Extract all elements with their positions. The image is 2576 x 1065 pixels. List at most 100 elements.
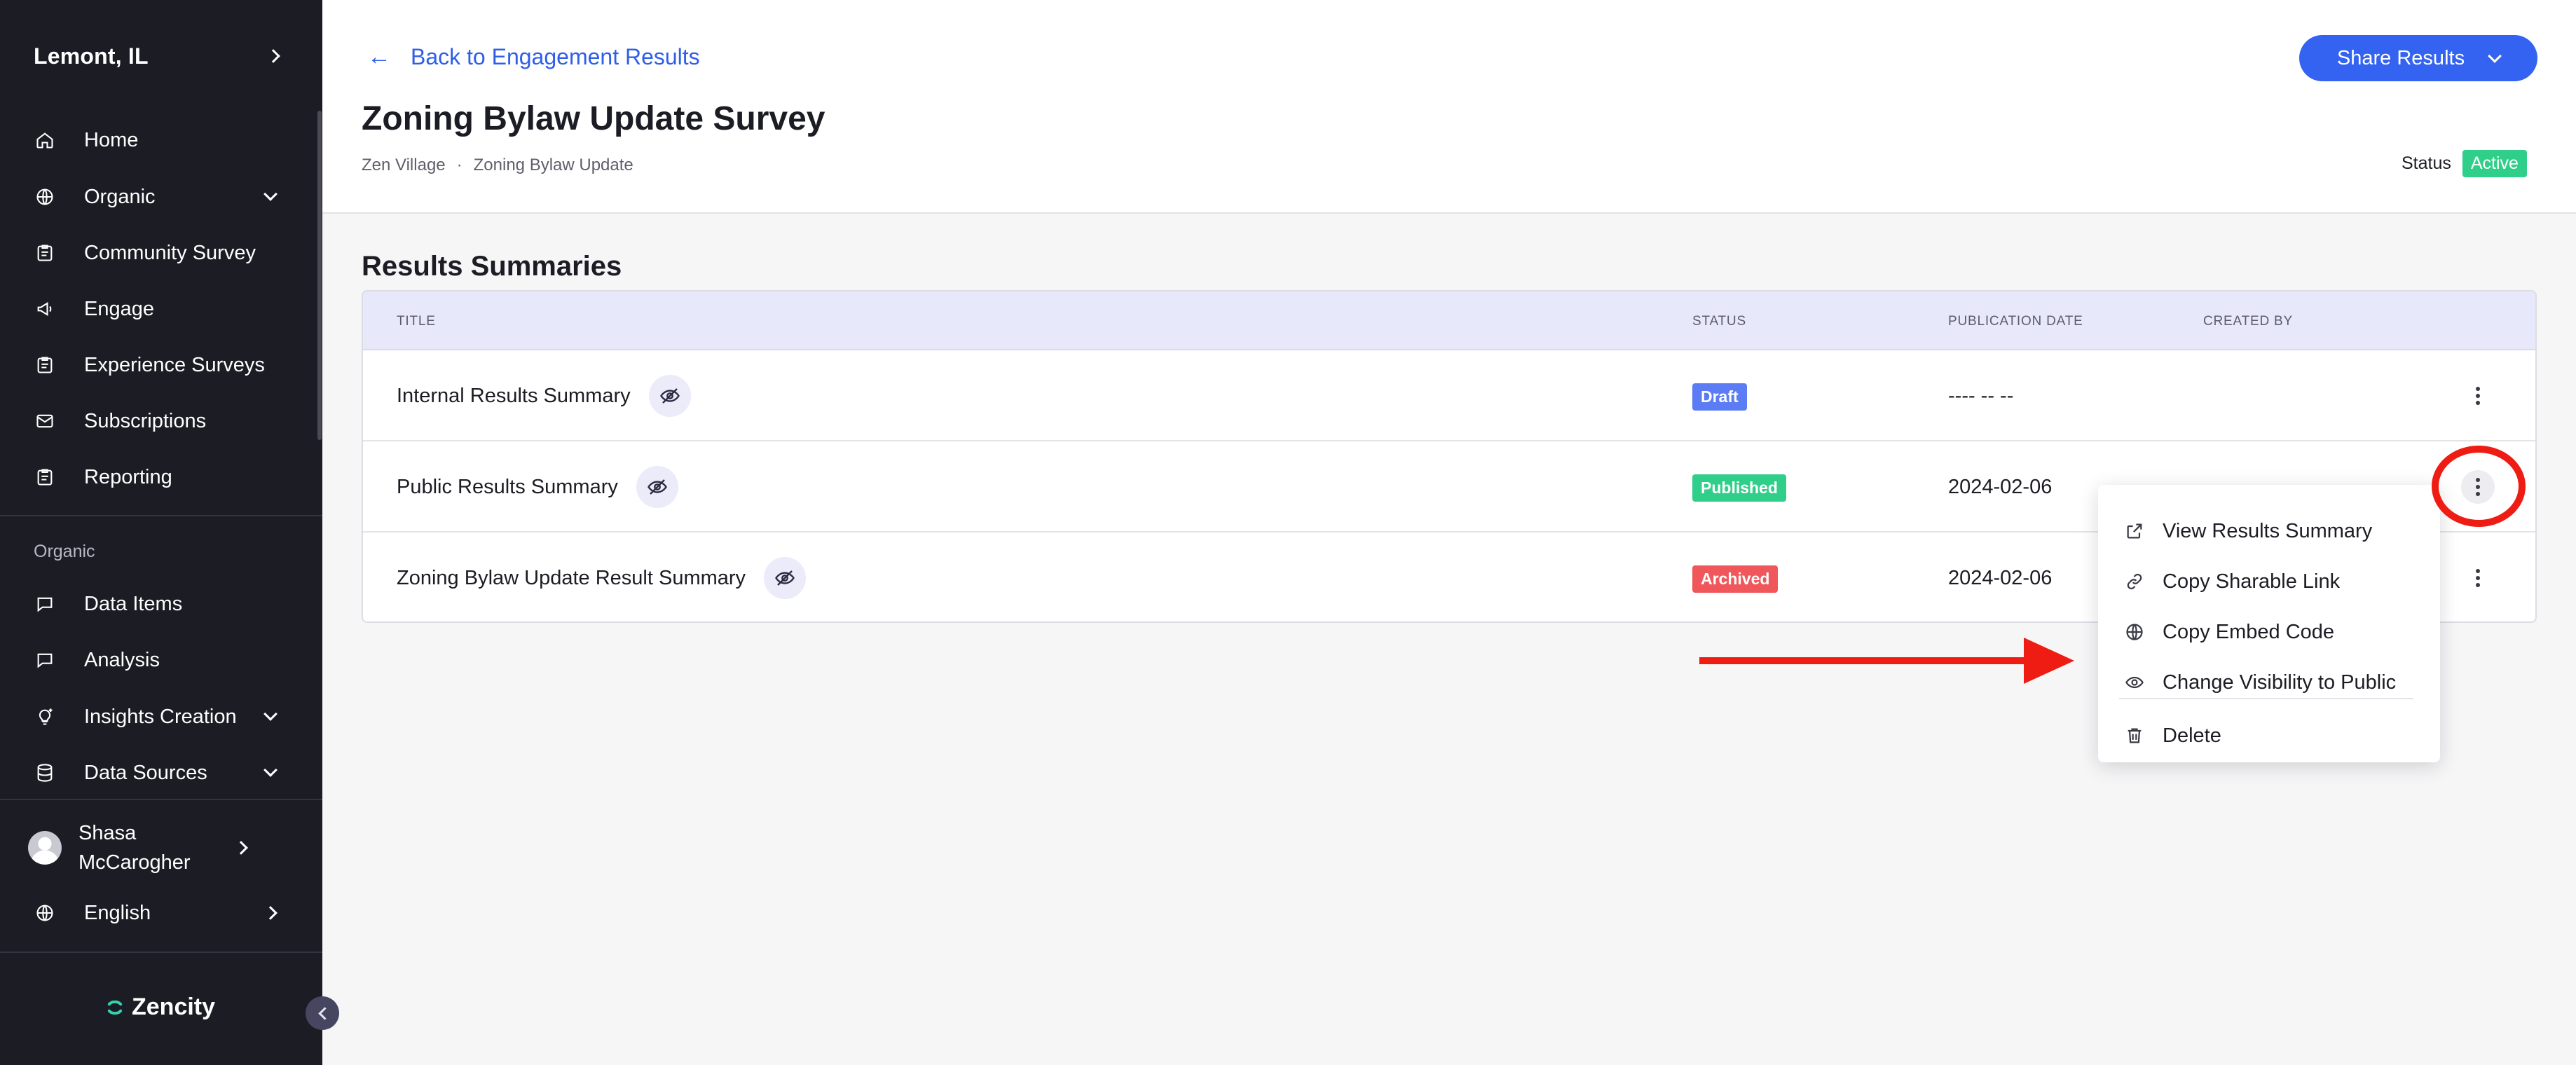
sidebar-item-insights-creation[interactable]: Insights Creation [34, 697, 286, 736]
breadcrumb-item[interactable]: Zen Village [362, 156, 446, 175]
eye-off-icon [648, 479, 667, 495]
menu-item-copy-embed-code[interactable]: Copy Embed Code [2123, 612, 2418, 652]
sidebar-item-analysis[interactable]: Analysis [34, 640, 286, 680]
globe-icon [2123, 621, 2146, 643]
lightbulb-icon [34, 706, 56, 728]
city-switcher[interactable]: Lemont, IL [34, 39, 286, 73]
sidebar-item-home[interactable]: Home [34, 121, 286, 160]
share-results-button[interactable]: Share Results [2299, 35, 2537, 81]
clipboard-icon [34, 354, 56, 376]
chevron-down-icon [262, 187, 279, 205]
globe-icon [34, 902, 56, 924]
language-label: English [84, 901, 151, 924]
column-header-status: STATUS [1692, 314, 1746, 329]
row-title-cell: Public Results Summary [397, 441, 678, 532]
annotation-arrow-head [2024, 638, 2074, 684]
menu-item-view-results-summary[interactable]: View Results Summary [2123, 511, 2418, 551]
zencity-logo: Zencity [105, 994, 215, 1021]
status-indicator: Status Active [2402, 150, 2527, 177]
sidebar-item-data-sources[interactable]: Data Sources [34, 753, 286, 792]
eye-off-icon [775, 570, 795, 586]
sidebar-scrollbar[interactable] [317, 111, 322, 440]
globe-icon [34, 186, 56, 208]
sidebar-item-engage[interactable]: Engage [34, 289, 286, 329]
menu-item-copy-sharable-link[interactable]: Copy Sharable Link [2123, 562, 2418, 601]
row-actions-button[interactable] [2461, 470, 2495, 504]
status-badge: Published [1692, 474, 1786, 502]
row-title: Public Results Summary [397, 475, 618, 498]
sidebar-item-label: Community Survey [84, 241, 256, 264]
eye-off-icon [659, 388, 680, 404]
menu-item-label: Copy Sharable Link [2163, 570, 2341, 593]
breadcrumb: Zen Village · Zoning Bylaw Update [362, 156, 633, 175]
more-vertical-icon [2476, 387, 2480, 405]
menu-item-label: View Results Summary [2163, 519, 2373, 542]
visibility-hidden-toggle[interactable] [636, 466, 678, 508]
sidebar-item-label: Data Items [84, 592, 183, 615]
more-vertical-icon [2476, 569, 2480, 587]
row-status-cell: Published [1692, 474, 1786, 502]
sidebar-item-label: Data Sources [84, 761, 207, 784]
database-icon [34, 762, 56, 784]
menu-item-label: Copy Embed Code [2163, 620, 2335, 643]
menu-item-label: Delete [2163, 724, 2221, 747]
mail-icon [34, 410, 56, 432]
megaphone-icon [34, 298, 56, 320]
sidebar-section-label: Organic [34, 542, 95, 561]
sidebar-item-reporting[interactable]: Reporting [34, 458, 286, 497]
link-icon [2123, 570, 2146, 593]
more-vertical-icon [2476, 478, 2480, 496]
row-status-cell: Draft [1692, 383, 1747, 411]
visibility-hidden-toggle[interactable] [648, 375, 691, 417]
user-menu[interactable]: Shasa McCarogher [28, 814, 287, 881]
sidebar-item-label: Insights Creation [84, 705, 237, 728]
sidebar-item-subscriptions[interactable]: Subscriptions [34, 401, 286, 441]
row-publication-date: 2024-02-06 [1948, 566, 2053, 589]
table-header: TITLE STATUS PUBLICATION DATE CREATED BY [363, 291, 2535, 350]
chevron-right-icon [262, 905, 279, 921]
menu-item-change-visibility[interactable]: Change Visibility to Public [2123, 663, 2418, 702]
sidebar: Lemont, IL Home Organic Community Survey… [0, 0, 322, 1065]
chevron-left-icon [317, 1006, 331, 1020]
row-publication-date: 2024-02-06 [1948, 475, 2053, 498]
row-actions-button[interactable] [2461, 379, 2495, 413]
share-results-label: Share Results [2336, 46, 2465, 69]
page-header: ← Back to Engagement Results Zoning Byla… [322, 0, 2576, 214]
sidebar-item-label: Organic [84, 185, 156, 208]
chevron-down-icon [262, 707, 279, 725]
back-link[interactable]: ← Back to Engagement Results [367, 43, 700, 71]
row-actions-button[interactable] [2461, 561, 2495, 595]
status-badge: Active [2462, 150, 2527, 177]
column-header-title: TITLE [397, 314, 436, 329]
chevron-right-icon [265, 48, 282, 64]
row-title: Zoning Bylaw Update Result Summary [397, 566, 746, 589]
section-title: Results Summaries [362, 251, 622, 282]
visibility-hidden-toggle[interactable] [764, 557, 807, 599]
external-link-icon [2123, 520, 2146, 542]
breadcrumb-separator: · [456, 156, 463, 174]
status-label: Status [2402, 153, 2451, 173]
brand-name: Zencity [132, 994, 216, 1020]
menu-item-label: Change Visibility to Public [2163, 671, 2397, 694]
sidebar-collapse-button[interactable] [306, 996, 339, 1030]
menu-item-delete[interactable]: Delete [2123, 716, 2418, 755]
row-title-cell: Internal Results Summary [397, 350, 691, 441]
chat-icon [34, 593, 56, 615]
sidebar-item-label: Experience Surveys [84, 353, 265, 376]
sidebar-item-experience-surveys[interactable]: Experience Surveys [34, 345, 286, 385]
sidebar-item-organic[interactable]: Organic [34, 177, 286, 217]
menu-divider [2119, 698, 2413, 699]
table-row[interactable]: Internal Results Summary Draft ---- -- -… [363, 350, 2535, 441]
row-status-cell: Archived [1692, 565, 1779, 593]
language-selector[interactable]: English [34, 893, 286, 933]
sidebar-item-community-survey[interactable]: Community Survey [34, 233, 286, 273]
clipboard-icon [34, 242, 56, 264]
sidebar-item-label: Engage [84, 297, 154, 320]
row-title: Internal Results Summary [397, 384, 631, 407]
row-publication-date: ---- -- -- [1948, 384, 2014, 407]
sidebar-item-label: Subscriptions [84, 409, 207, 432]
breadcrumb-item[interactable]: Zoning Bylaw Update [474, 156, 633, 175]
sidebar-item-label: Home [84, 128, 139, 151]
chat-icon [34, 649, 56, 671]
sidebar-item-data-items[interactable]: Data Items [34, 584, 286, 624]
